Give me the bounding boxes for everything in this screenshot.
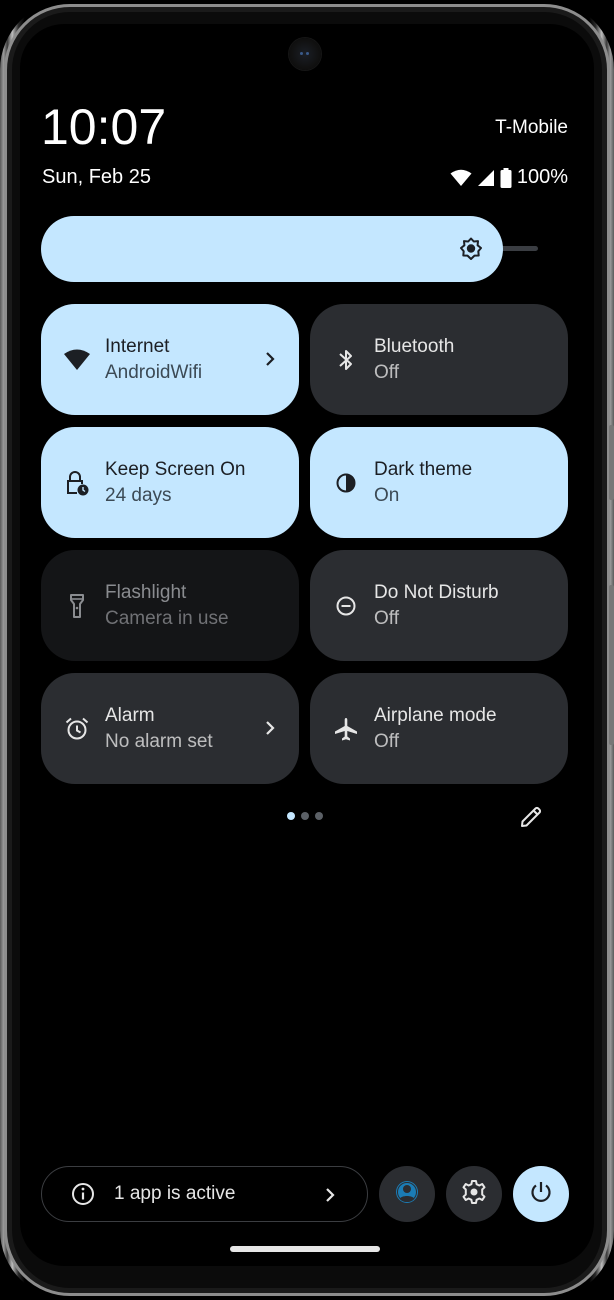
tile-text: Dark theme On	[374, 457, 472, 509]
wifi-icon	[450, 169, 472, 187]
cellular-signal-icon	[477, 169, 495, 187]
tile-label: Keep Screen On	[105, 458, 246, 480]
do-not-disturb-icon	[332, 592, 360, 620]
page-dot[interactable]	[301, 812, 309, 820]
side-button	[609, 585, 614, 745]
pencil-icon[interactable]	[518, 804, 544, 830]
active-apps-button[interactable]: 1 app is active	[41, 1166, 368, 1222]
tile-status: Off	[374, 361, 399, 383]
tile-text: Do Not Disturb Off	[374, 580, 499, 632]
tile-text: Flashlight Camera in use	[105, 580, 229, 632]
active-apps-label: 1 app is active	[114, 1183, 236, 1204]
tile-label: Do Not Disturb	[374, 581, 499, 603]
power-icon	[528, 1179, 554, 1210]
tile-label: Flashlight	[105, 581, 187, 603]
quick-settings-tiles: Internet AndroidWifi Bluetooth Off Keep …	[41, 304, 568, 784]
chevron-right-icon	[323, 1184, 337, 1206]
flashlight-icon	[63, 592, 91, 620]
tile-status: Off	[374, 607, 399, 629]
status-icons: 100%	[450, 166, 568, 189]
tile-label: Dark theme	[374, 458, 473, 480]
user-switcher-button[interactable]	[379, 1166, 435, 1222]
phone-frame: 10:07 T-Mobile Sun, Feb 25 100% Internet…	[0, 0, 614, 1300]
page-dot[interactable]	[287, 812, 295, 820]
tile-alarm[interactable]: Alarm No alarm set	[41, 673, 299, 784]
tile-dark-theme[interactable]: Dark theme On	[310, 427, 568, 538]
tile-status: AndroidWifi	[105, 361, 203, 383]
volume-button	[609, 425, 614, 500]
clock[interactable]: 10:07	[41, 98, 166, 156]
tile-text: Alarm No alarm set	[105, 703, 213, 755]
tile-text: Bluetooth Off	[374, 334, 454, 386]
front-camera	[289, 38, 321, 70]
settings-button[interactable]	[446, 1166, 502, 1222]
bluetooth-icon	[332, 346, 360, 374]
brightness-fill[interactable]	[41, 216, 503, 282]
info-icon	[70, 1181, 96, 1207]
lock-clock-icon	[63, 469, 91, 497]
tile-status: No alarm set	[105, 730, 213, 752]
settings-icon	[461, 1179, 487, 1210]
chevron-right-icon[interactable]	[263, 348, 277, 370]
tile-status: Off	[374, 730, 399, 752]
tile-text: Airplane mode Off	[374, 703, 497, 755]
chevron-right-icon[interactable]	[263, 717, 277, 739]
airplane-icon	[332, 715, 360, 743]
tile-label: Bluetooth	[374, 335, 455, 357]
tile-label: Internet	[105, 335, 170, 357]
tile-text: Internet AndroidWifi	[105, 334, 202, 386]
battery-percent: 100%	[516, 166, 568, 188]
tile-status: Camera in use	[105, 607, 229, 629]
page-indicator[interactable]	[287, 812, 323, 820]
tile-bluetooth[interactable]: Bluetooth Off	[310, 304, 568, 415]
tile-internet[interactable]: Internet AndroidWifi	[41, 304, 299, 415]
page-dot[interactable]	[315, 812, 323, 820]
wifi-icon	[63, 346, 91, 374]
tile-do-not-disturb[interactable]: Do Not Disturb Off	[310, 550, 568, 661]
brightness-icon	[459, 237, 483, 261]
quick-settings-footer: 1 app is active	[41, 1166, 569, 1222]
tile-status: On	[374, 484, 400, 506]
date[interactable]: Sun, Feb 25	[42, 166, 151, 189]
user-icon	[394, 1179, 420, 1210]
quick-settings-screen: 10:07 T-Mobile Sun, Feb 25 100% Internet…	[20, 24, 594, 1266]
tile-text: Keep Screen On 24 days	[105, 457, 245, 509]
brightness-slider[interactable]	[41, 216, 538, 282]
tile-flashlight[interactable]: Flashlight Camera in use	[41, 550, 299, 661]
tile-keep-screen-on[interactable]: Keep Screen On 24 days	[41, 427, 299, 538]
home-gesture-bar[interactable]	[230, 1246, 380, 1252]
tile-label: Airplane mode	[374, 704, 497, 726]
tile-label: Alarm	[105, 704, 155, 726]
battery-icon	[500, 167, 512, 188]
tile-airplane-mode[interactable]: Airplane mode Off	[310, 673, 568, 784]
tile-status: 24 days	[105, 484, 172, 506]
power-menu-button[interactable]	[513, 1166, 569, 1222]
carrier-name: T-Mobile	[495, 117, 568, 138]
alarm-icon	[63, 715, 91, 743]
contrast-icon	[332, 469, 360, 497]
